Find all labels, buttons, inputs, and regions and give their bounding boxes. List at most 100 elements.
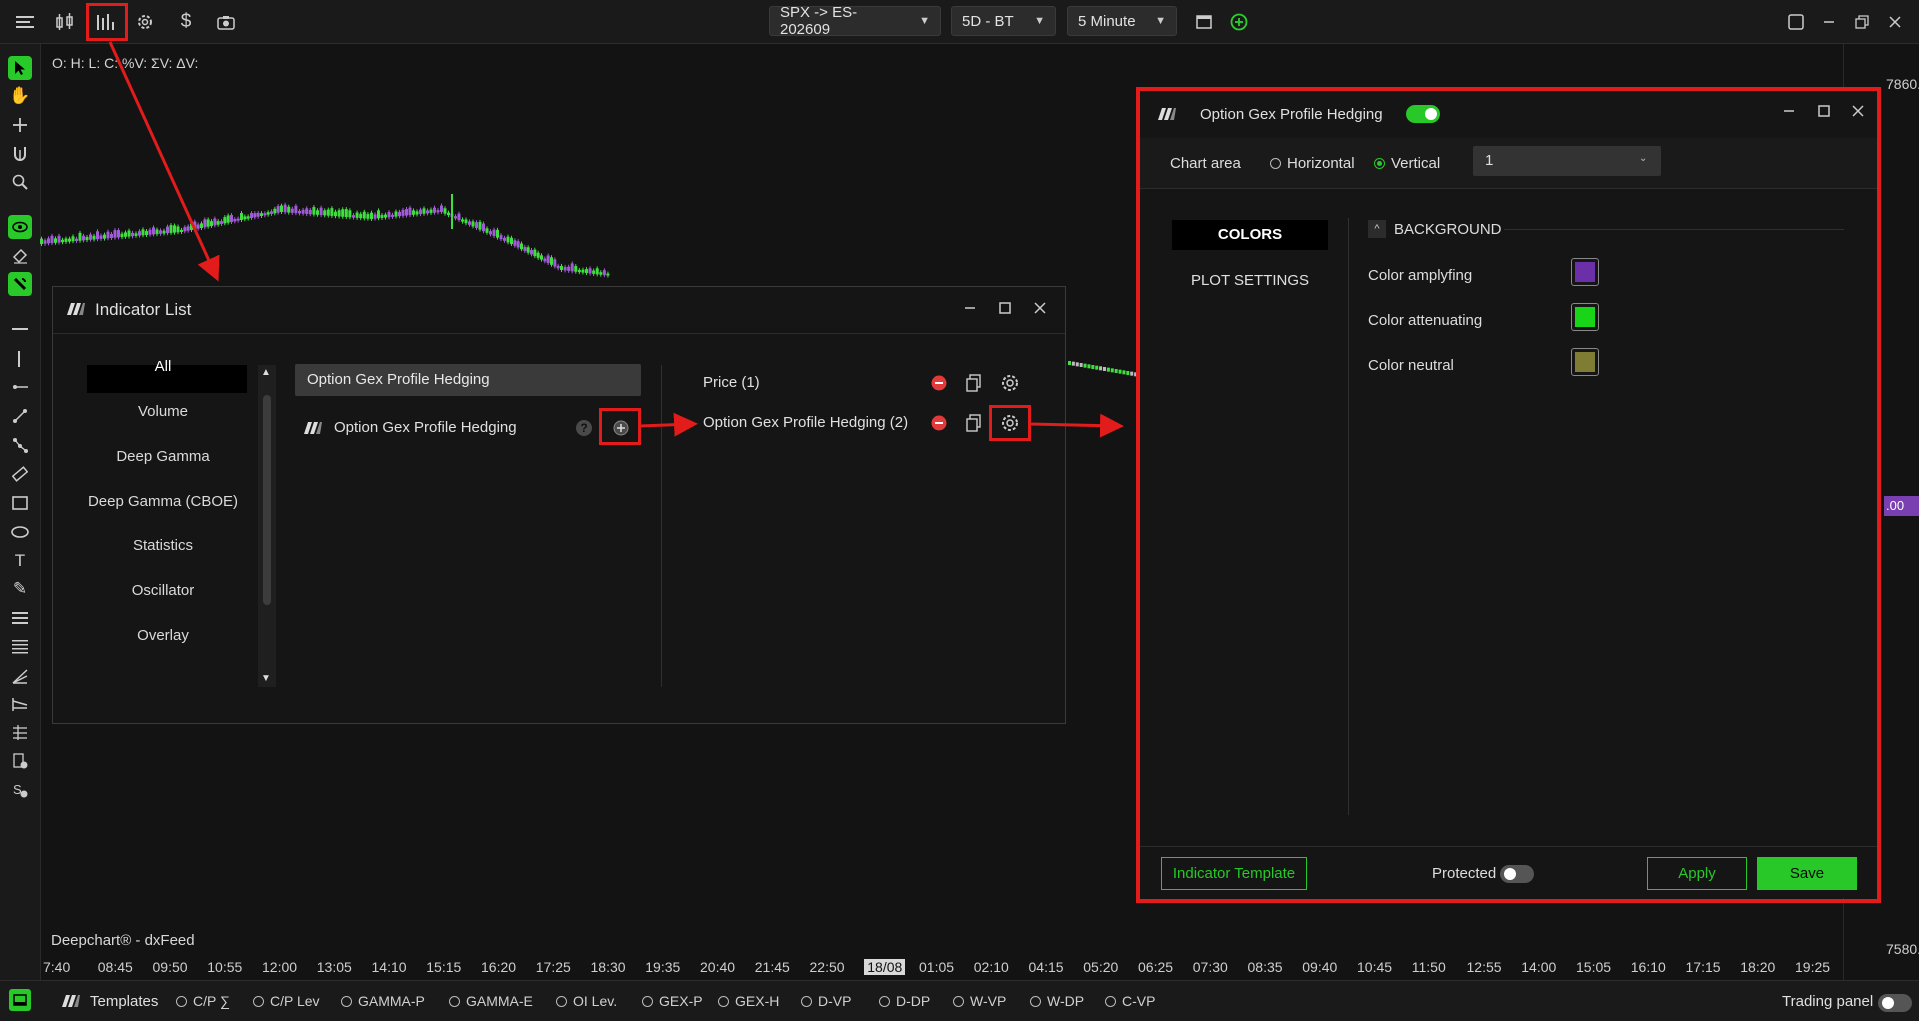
template-item[interactable]: GEX-H: [718, 993, 779, 1009]
symbol-dropdown[interactable]: SPX -> ES-202609 ▼: [769, 4, 941, 38]
minimize-icon[interactable]: [959, 297, 981, 319]
vertical-line-icon[interactable]: [8, 347, 32, 371]
radio-icon: [718, 995, 729, 1007]
layout-icon[interactable]: [1190, 8, 1218, 36]
pencil-icon[interactable]: ✎: [8, 577, 32, 601]
scroll-down-icon[interactable]: ▼: [261, 673, 271, 684]
magnet-icon[interactable]: [8, 142, 32, 166]
category-item[interactable]: Volume: [83, 398, 243, 426]
indicator-result-item[interactable]: Option Gex Profile Hedging: [334, 419, 517, 436]
dollar-book-icon[interactable]: [8, 749, 32, 773]
magnet-lock-icon[interactable]: [8, 272, 32, 296]
template-item[interactable]: C/P ∑: [176, 993, 230, 1009]
path-icon[interactable]: [8, 433, 32, 457]
panel-toggle-icon[interactable]: [9, 989, 31, 1011]
list-icon[interactable]: [8, 606, 32, 630]
remove-icon[interactable]: [931, 415, 947, 431]
interval-dropdown[interactable]: 5 Minute ▼: [1067, 6, 1177, 36]
template-item[interactable]: C/P Lev: [253, 993, 320, 1009]
remove-icon[interactable]: [931, 375, 947, 391]
category-item[interactable]: Deep Gamma (CBOE): [83, 488, 243, 516]
template-item[interactable]: W-DP: [1030, 993, 1084, 1009]
radio-icon: [1105, 995, 1116, 1007]
candle-body: [563, 266, 567, 271]
time-label: 18:20: [1740, 959, 1776, 975]
candle-body: [570, 263, 574, 272]
candle-body: [574, 266, 578, 272]
help-icon[interactable]: ?: [576, 420, 592, 436]
settings-gear-icon[interactable]: [1001, 374, 1019, 392]
template-item[interactable]: GAMMA-E: [449, 993, 533, 1009]
indicator-search-input[interactable]: Option Gex Profile Hedging: [295, 364, 641, 396]
template-item[interactable]: W-VP: [953, 993, 1006, 1009]
category-item[interactable]: Deep Gamma: [83, 443, 243, 471]
category-item[interactable]: Oscillator: [83, 577, 243, 605]
copy-icon[interactable]: [966, 374, 982, 392]
template-item[interactable]: D-DP: [879, 993, 930, 1009]
radio-icon: [176, 995, 187, 1007]
anchored-vwap-icon[interactable]: [8, 720, 32, 744]
added-indicator-price[interactable]: Price (1): [703, 374, 760, 391]
template-item[interactable]: GEX-P: [642, 993, 703, 1009]
radio-icon: [341, 995, 352, 1007]
levels-icon[interactable]: [8, 635, 32, 659]
template-item[interactable]: OI Lev.: [556, 993, 617, 1009]
candle-body: [599, 272, 603, 275]
close-icon[interactable]: [1881, 8, 1909, 36]
fib-fan-icon[interactable]: [8, 664, 32, 688]
scrollbar-thumb[interactable]: [263, 395, 271, 605]
candle-body: [595, 268, 599, 275]
rectangle-icon[interactable]: [8, 491, 32, 515]
candle-body: [110, 233, 113, 238]
ruler-icon[interactable]: [8, 462, 32, 486]
candle-body: [588, 268, 592, 274]
pointer-icon[interactable]: [8, 56, 32, 80]
maximize-icon[interactable]: [994, 297, 1016, 319]
menu-icon[interactable]: [11, 8, 39, 36]
category-item[interactable]: All: [83, 353, 243, 381]
camera-icon[interactable]: [212, 8, 240, 36]
category-item[interactable]: Overlay: [83, 622, 243, 650]
eraser-icon[interactable]: [8, 244, 32, 268]
trend-line-icon[interactable]: [8, 404, 32, 428]
time-axis[interactable]: 7:40 08:45 09:50 10:55 12:00 13:05 14:10 15:15 1…: [40, 954, 1843, 980]
crosshair-icon[interactable]: [8, 113, 32, 137]
template-item[interactable]: GAMMA-P: [341, 993, 425, 1009]
fib-channel-icon[interactable]: [8, 692, 32, 716]
candle-body: [159, 230, 162, 234]
range-dropdown[interactable]: 5D - BT ▼: [951, 6, 1056, 36]
candle-body: [556, 265, 560, 269]
copy-icon[interactable]: [966, 414, 982, 432]
text-icon[interactable]: T: [8, 549, 32, 573]
horizontal-line-icon[interactable]: [8, 318, 32, 342]
ellipse-icon[interactable]: [8, 520, 32, 544]
candlestick-icon[interactable]: [51, 8, 79, 36]
fullscreen-icon[interactable]: [1782, 8, 1810, 36]
candle-body: [273, 208, 277, 214]
category-item[interactable]: Statistics: [83, 532, 243, 560]
restore-icon[interactable]: [1848, 8, 1876, 36]
close-icon[interactable]: [1029, 297, 1051, 319]
minimize-icon[interactable]: [1815, 8, 1843, 36]
gear-icon[interactable]: [131, 8, 159, 36]
added-indicator-gex[interactable]: Option Gex Profile Hedging (2): [703, 414, 908, 431]
candle-body: [162, 230, 166, 234]
trading-panel-toggle[interactable]: [1878, 994, 1912, 1012]
scroll-up-icon[interactable]: ▲: [261, 367, 271, 378]
hand-icon[interactable]: ✋: [8, 84, 32, 108]
add-chart-icon[interactable]: [1225, 8, 1253, 36]
category-scrollbar[interactable]: ▲ ▼: [258, 365, 276, 687]
eye-icon[interactable]: [8, 215, 32, 239]
dollar-symbol-icon[interactable]: S: [8, 778, 32, 802]
candle-body: [216, 221, 220, 225]
template-item[interactable]: D-VP: [801, 993, 851, 1009]
candle-body: [543, 258, 547, 262]
candle-body: [68, 238, 71, 242]
ray-icon[interactable]: [8, 375, 32, 399]
candle-body: [503, 237, 506, 241]
dollar-icon[interactable]: $: [172, 8, 200, 36]
zoom-icon[interactable]: [8, 170, 32, 194]
candle-body: [560, 265, 563, 270]
candle-body: [169, 225, 173, 233]
template-item[interactable]: C-VP: [1105, 993, 1155, 1009]
